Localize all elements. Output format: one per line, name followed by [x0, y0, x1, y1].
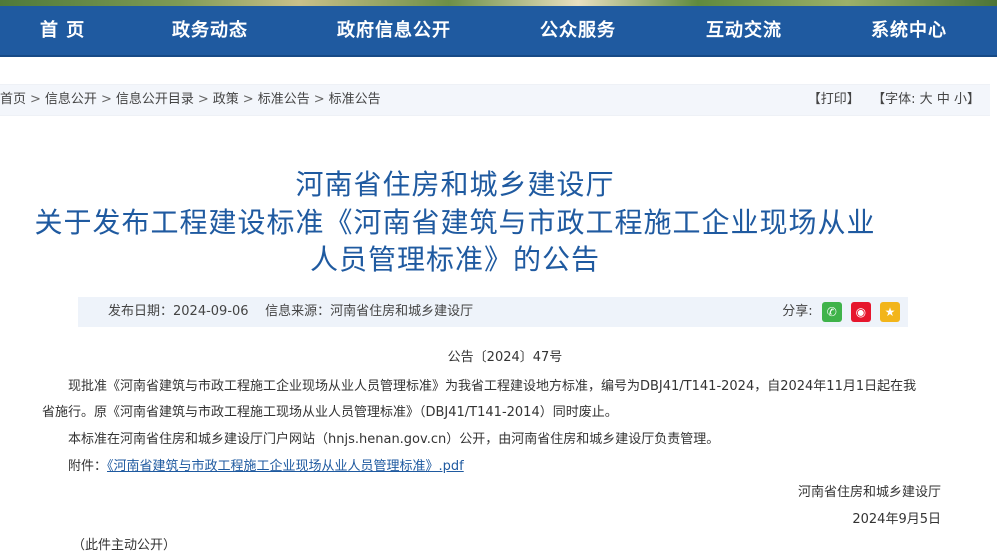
- article-title-line-3: 人员管理标准》的公告: [309, 243, 600, 276]
- wechat-share-icon[interactable]: ✆: [821, 301, 842, 322]
- breadcrumb-info-catalog[interactable]: 信息公开目录: [116, 92, 194, 107]
- document-number: 公告〔2024〕47号: [447, 350, 563, 365]
- nav-system-center[interactable]: 系统中心: [871, 6, 947, 55]
- share-label: 分享:: [782, 304, 813, 319]
- favorite-star-icon[interactable]: ★: [880, 301, 900, 322]
- font-size-close: 】: [966, 92, 980, 107]
- nav-interaction[interactable]: 互动交流: [706, 6, 782, 55]
- attachment: 附件：《河南省建筑与市政工程施工企业现场从业人员管理标准》.pdf: [68, 455, 464, 474]
- breadcrumb-current[interactable]: 标准公告: [329, 92, 381, 107]
- weibo-share-icon[interactable]: ◉: [850, 301, 871, 322]
- signature-date: 2024年9月5日: [852, 512, 941, 527]
- info-source: 信息来源：河南省住房和城乡建设厅: [265, 304, 474, 319]
- nav-government-news[interactable]: 政务动态: [172, 6, 248, 55]
- page-tools: 【打印】 【字体: 大 中 小】: [808, 85, 980, 115]
- breadcrumb-standard-notice[interactable]: 标准公告: [258, 92, 310, 107]
- article-title-line-2: 关于发布工程建设标准《河南省建筑与市政工程施工企业现场从业: [34, 206, 876, 239]
- share-bar: 分享: ✆ ◉ ★: [782, 297, 900, 327]
- paragraph-1-line-2: 省施行。原《河南省建筑与市政工程施工现场从业人员管理标准》（DBJ41/T141…: [42, 405, 618, 420]
- signature-organization: 河南省住房和城乡建设厅: [797, 485, 941, 500]
- breadcrumb-policy[interactable]: 政策: [213, 92, 239, 107]
- article-title-line-1: 河南省住房和城乡建设厅: [295, 168, 615, 201]
- breadcrumb-separator: >: [100, 92, 112, 107]
- nav-home[interactable]: 首 页: [40, 6, 85, 55]
- article-meta-bar: 发布日期：2024-09-06 信息来源：河南省住房和城乡建设厅 分享: ✆ ◉…: [78, 297, 908, 327]
- publish-date: 发布日期：2024-09-06: [108, 304, 249, 319]
- breadcrumb-bar: 首页 > 信息公开 > 信息公开目录 > 政策 > 标准公告 > 标准公告 【打印】 【字体: 大 …: [0, 84, 990, 116]
- article-meta: 发布日期：2024-09-06 信息来源：河南省住房和城乡建设厅: [108, 297, 473, 327]
- paragraph-1-line-1: 现批准《河南省建筑与市政工程施工企业现场从业人员管理标准》为我省工程建设地方标准…: [68, 379, 917, 394]
- attachment-label: 附件：: [68, 459, 108, 474]
- breadcrumb-home[interactable]: 首页: [0, 92, 26, 107]
- font-size-label: 【字体:: [872, 92, 916, 107]
- nav-public-service[interactable]: 公众服务: [540, 6, 616, 55]
- paragraph-2: 本标准在河南省住房和城乡建设厅门户网站（hnjs.henan.gov.cn）公开…: [68, 432, 720, 447]
- attachment-pdf-link[interactable]: 《河南省建筑与市政工程施工企业现场从业人员管理标准》.pdf: [107, 459, 464, 474]
- main-nav: 首 页 政务动态 政府信息公开 公众服务 互动交流 系统中心: [0, 6, 997, 57]
- font-medium-button[interactable]: 中: [937, 92, 950, 107]
- nav-information-disclosure[interactable]: 政府信息公开: [337, 6, 451, 55]
- breadcrumb-separator: >: [313, 92, 325, 107]
- breadcrumb: 首页 > 信息公开 > 信息公开目录 > 政策 > 标准公告 > 标准公告: [0, 85, 381, 115]
- breadcrumb-separator: >: [197, 92, 209, 107]
- font-large-button[interactable]: 大: [920, 92, 933, 107]
- font-small-button[interactable]: 小: [954, 92, 967, 107]
- breadcrumb-info-disclosure[interactable]: 信息公开: [45, 92, 97, 107]
- breadcrumb-separator: >: [242, 92, 254, 107]
- public-disclosure-note: （此件主动公开）: [72, 538, 177, 553]
- breadcrumb-separator: >: [30, 92, 41, 107]
- print-button[interactable]: 【打印】: [808, 92, 860, 107]
